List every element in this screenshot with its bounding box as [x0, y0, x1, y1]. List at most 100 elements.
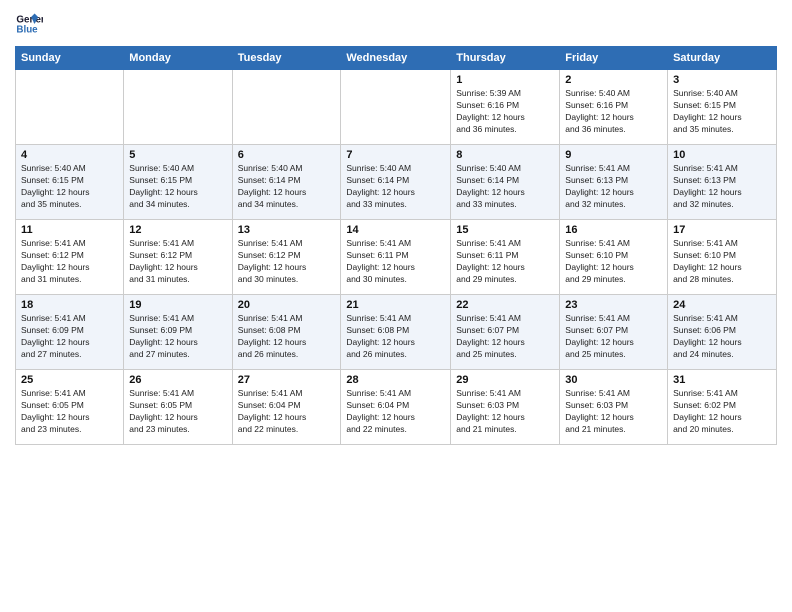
calendar-cell: 29Sunrise: 5:41 AM Sunset: 6:03 PM Dayli…: [451, 370, 560, 445]
weekday-header-thursday: Thursday: [451, 47, 560, 70]
svg-text:Blue: Blue: [16, 24, 38, 35]
day-number: 8: [456, 149, 554, 161]
day-number: 10: [673, 149, 771, 161]
day-info: Sunrise: 5:40 AM Sunset: 6:15 PM Dayligh…: [129, 163, 226, 211]
calendar-cell: 5 Sunrise: 5:40 AM Sunset: 6:15 PM Daylig…: [124, 145, 232, 220]
day-number: 11: [21, 224, 118, 236]
calendar-cell: 13 Sunrise: 5:41 AM Sunset: 6:12 PM Dayli…: [232, 220, 341, 295]
calendar-cell: 17Sunrise: 5:41 AM Sunset: 6:10 PM Dayli…: [668, 220, 777, 295]
day-number: 7: [346, 149, 445, 161]
day-info: Sunrise: 5:41 AM Sunset: 6:10 PM Dayligh…: [565, 238, 662, 286]
calendar-week-1: 4Sunrise: 5:40 AM Sunset: 6:15 PM Daylig…: [16, 145, 777, 220]
day-number: 24: [673, 299, 771, 311]
calendar-cell: 31 Sunrise: 5:41 AM Sunset: 6:02 PM Dayli…: [668, 370, 777, 445]
day-number: 25: [21, 374, 118, 386]
day-info: Sunrise: 5:41 AM Sunset: 6:08 PM Dayligh…: [346, 313, 445, 361]
calendar-week-2: 11 Sunrise: 5:41 AM Sunset: 6:12 PM Dayli…: [16, 220, 777, 295]
day-number: 16: [565, 224, 662, 236]
weekday-header-wednesday: Wednesday: [341, 47, 451, 70]
weekday-header-monday: Monday: [124, 47, 232, 70]
day-number: 29: [456, 374, 554, 386]
day-info: Sunrise: 5:41 AM Sunset: 6:13 PM Dayligh…: [565, 163, 662, 211]
calendar-cell: 22Sunrise: 5:41 AM Sunset: 6:07 PM Dayli…: [451, 295, 560, 370]
calendar-cell: [16, 70, 124, 145]
calendar-cell: 18Sunrise: 5:41 AM Sunset: 6:09 PM Dayli…: [16, 295, 124, 370]
weekday-header-tuesday: Tuesday: [232, 47, 341, 70]
calendar-week-3: 18Sunrise: 5:41 AM Sunset: 6:09 PM Dayli…: [16, 295, 777, 370]
day-info: Sunrise: 5:40 AM Sunset: 6:14 PM Dayligh…: [456, 163, 554, 211]
calendar-cell: 10 Sunrise: 5:41 AM Sunset: 6:13 PM Dayli…: [668, 145, 777, 220]
day-info: Sunrise: 5:40 AM Sunset: 6:14 PM Dayligh…: [346, 163, 445, 211]
calendar-cell: 19 Sunrise: 5:41 AM Sunset: 6:09 PM Dayli…: [124, 295, 232, 370]
day-info: Sunrise: 5:40 AM Sunset: 6:16 PM Dayligh…: [565, 88, 662, 136]
header: General Blue: [15, 10, 777, 38]
day-number: 2: [565, 74, 662, 86]
day-number: 23: [565, 299, 662, 311]
calendar-cell: 7 Sunrise: 5:40 AM Sunset: 6:14 PM Daylig…: [341, 145, 451, 220]
calendar-cell: 28Sunrise: 5:41 AM Sunset: 6:04 PM Dayli…: [341, 370, 451, 445]
day-info: Sunrise: 5:40 AM Sunset: 6:15 PM Dayligh…: [673, 88, 771, 136]
day-number: 31: [673, 374, 771, 386]
day-info: Sunrise: 5:41 AM Sunset: 6:11 PM Dayligh…: [346, 238, 445, 286]
calendar-cell: 8 Sunrise: 5:40 AM Sunset: 6:14 PM Daylig…: [451, 145, 560, 220]
day-number: 27: [238, 374, 336, 386]
day-info: Sunrise: 5:41 AM Sunset: 6:06 PM Dayligh…: [673, 313, 771, 361]
day-info: Sunrise: 5:41 AM Sunset: 6:09 PM Dayligh…: [129, 313, 226, 361]
day-info: Sunrise: 5:41 AM Sunset: 6:12 PM Dayligh…: [21, 238, 118, 286]
logo: General Blue: [15, 10, 47, 38]
day-number: 3: [673, 74, 771, 86]
day-info: Sunrise: 5:41 AM Sunset: 6:12 PM Dayligh…: [129, 238, 226, 286]
calendar-cell: 23 Sunrise: 5:41 AM Sunset: 6:07 PM Dayli…: [560, 295, 668, 370]
calendar-cell: 20Sunrise: 5:41 AM Sunset: 6:08 PM Dayli…: [232, 295, 341, 370]
day-number: 13: [238, 224, 336, 236]
calendar-cell: 11 Sunrise: 5:41 AM Sunset: 6:12 PM Dayli…: [16, 220, 124, 295]
day-number: 14: [346, 224, 445, 236]
day-info: Sunrise: 5:41 AM Sunset: 6:04 PM Dayligh…: [346, 388, 445, 436]
day-info: Sunrise: 5:41 AM Sunset: 6:11 PM Dayligh…: [456, 238, 554, 286]
calendar-cell: [232, 70, 341, 145]
day-number: 15: [456, 224, 554, 236]
calendar-cell: 2 Sunrise: 5:40 AM Sunset: 6:16 PM Daylig…: [560, 70, 668, 145]
day-info: Sunrise: 5:41 AM Sunset: 6:12 PM Dayligh…: [238, 238, 336, 286]
day-number: 19: [129, 299, 226, 311]
weekday-header-friday: Friday: [560, 47, 668, 70]
day-info: Sunrise: 5:41 AM Sunset: 6:05 PM Dayligh…: [21, 388, 118, 436]
calendar-cell: 6Sunrise: 5:40 AM Sunset: 6:14 PM Daylig…: [232, 145, 341, 220]
page: General Blue SundayMondayTuesdayWednesda…: [0, 0, 792, 612]
calendar-cell: 21 Sunrise: 5:41 AM Sunset: 6:08 PM Dayli…: [341, 295, 451, 370]
day-number: 9: [565, 149, 662, 161]
day-number: 26: [129, 374, 226, 386]
day-info: Sunrise: 5:41 AM Sunset: 6:07 PM Dayligh…: [565, 313, 662, 361]
weekday-header-row: SundayMondayTuesdayWednesdayThursdayFrid…: [16, 47, 777, 70]
day-number: 5: [129, 149, 226, 161]
day-info: Sunrise: 5:41 AM Sunset: 6:02 PM Dayligh…: [673, 388, 771, 436]
calendar-cell: 14 Sunrise: 5:41 AM Sunset: 6:11 PM Dayli…: [341, 220, 451, 295]
calendar-week-4: 25 Sunrise: 5:41 AM Sunset: 6:05 PM Dayli…: [16, 370, 777, 445]
calendar-cell: 16 Sunrise: 5:41 AM Sunset: 6:10 PM Dayli…: [560, 220, 668, 295]
calendar-cell: [124, 70, 232, 145]
calendar-cell: 12 Sunrise: 5:41 AM Sunset: 6:12 PM Dayli…: [124, 220, 232, 295]
calendar-cell: 25 Sunrise: 5:41 AM Sunset: 6:05 PM Dayli…: [16, 370, 124, 445]
weekday-header-sunday: Sunday: [16, 47, 124, 70]
day-info: Sunrise: 5:41 AM Sunset: 6:07 PM Dayligh…: [456, 313, 554, 361]
day-number: 6: [238, 149, 336, 161]
day-number: 12: [129, 224, 226, 236]
day-info: Sunrise: 5:41 AM Sunset: 6:05 PM Dayligh…: [129, 388, 226, 436]
day-number: 20: [238, 299, 336, 311]
calendar-cell: 26 Sunrise: 5:41 AM Sunset: 6:05 PM Dayli…: [124, 370, 232, 445]
calendar-cell: 4Sunrise: 5:40 AM Sunset: 6:15 PM Daylig…: [16, 145, 124, 220]
calendar-header: SundayMondayTuesdayWednesdayThursdayFrid…: [16, 47, 777, 70]
calendar-table: SundayMondayTuesdayWednesdayThursdayFrid…: [15, 46, 777, 445]
day-info: Sunrise: 5:41 AM Sunset: 6:13 PM Dayligh…: [673, 163, 771, 211]
day-info: Sunrise: 5:40 AM Sunset: 6:15 PM Dayligh…: [21, 163, 118, 211]
day-info: Sunrise: 5:41 AM Sunset: 6:03 PM Dayligh…: [565, 388, 662, 436]
day-number: 17: [673, 224, 771, 236]
calendar-cell: 3 Sunrise: 5:40 AM Sunset: 6:15 PM Daylig…: [668, 70, 777, 145]
calendar-cell: 15 Sunrise: 5:41 AM Sunset: 6:11 PM Dayli…: [451, 220, 560, 295]
calendar-cell: 24 Sunrise: 5:41 AM Sunset: 6:06 PM Dayli…: [668, 295, 777, 370]
logo-icon: General Blue: [15, 10, 43, 38]
calendar-body: 1Sunrise: 5:39 AM Sunset: 6:16 PM Daylig…: [16, 70, 777, 445]
day-info: Sunrise: 5:39 AM Sunset: 6:16 PM Dayligh…: [456, 88, 554, 136]
calendar-cell: 30Sunrise: 5:41 AM Sunset: 6:03 PM Dayli…: [560, 370, 668, 445]
day-number: 21: [346, 299, 445, 311]
